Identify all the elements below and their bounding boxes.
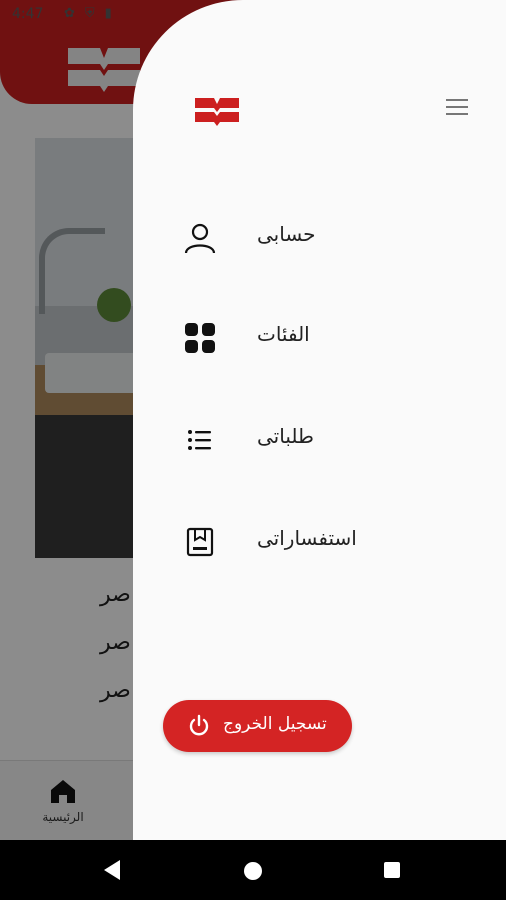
shield-icon: ⛨ [84,6,105,21]
person-icon [184,223,216,254]
logout-button[interactable]: تسجيل الخروج [163,700,352,752]
drawer-item-account[interactable]: حسابى [173,208,433,268]
settings-icon: ✿ [64,6,85,21]
menu-icon[interactable] [446,99,468,115]
status-time: 4:47 [12,6,44,22]
drawer-item-label: حسابى [257,222,316,246]
drawer-item-label: استفساراتى [257,526,357,550]
home-button-icon[interactable] [244,862,262,880]
drawer-item-inquiries[interactable]: استفساراتى [173,512,433,572]
battery-saver-icon: ▮ [104,6,122,21]
drawer-item-label: الفئات [257,322,310,346]
inquiry-icon [186,527,214,557]
power-icon [189,714,209,736]
drawer-item-orders[interactable]: طلباتى [173,410,433,470]
navigation-drawer: حسابى الفئات طلباتى استفساراتى تسجيل الخ… [133,0,506,840]
drawer-item-label: طلباتى [257,424,314,448]
status-notification-icons: ✿⛨▮ [64,6,122,21]
brand-logo [195,98,239,126]
back-icon[interactable] [100,858,124,882]
list-icon [188,430,211,450]
drawer-item-categories[interactable]: الفئات [173,308,433,368]
recents-icon[interactable] [384,862,400,878]
grid-icon [185,323,215,353]
logout-label: تسجيل الخروج [223,714,327,734]
